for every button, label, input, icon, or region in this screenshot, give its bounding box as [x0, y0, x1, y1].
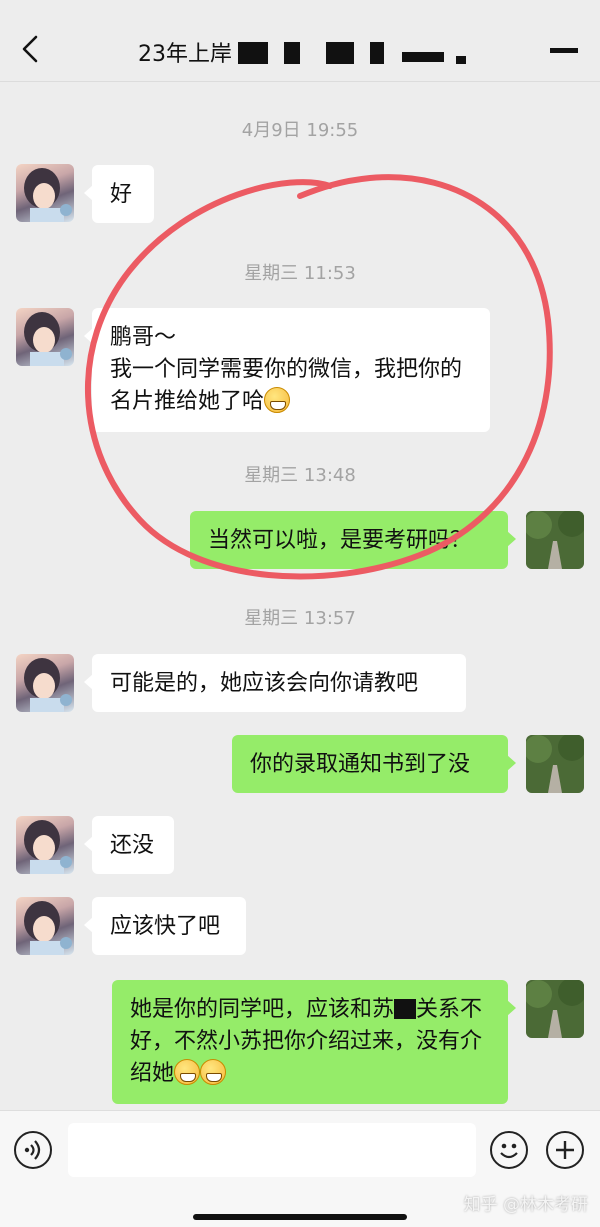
grin-emoji-icon: [174, 1059, 201, 1085]
avatar[interactable]: [16, 816, 74, 874]
title-redaction: [370, 42, 384, 64]
avatar-girl-image: [24, 820, 72, 874]
avatar-girl-image: [24, 658, 72, 712]
message-text: 好: [110, 182, 133, 207]
timestamp: 星期三 11:53: [244, 263, 356, 284]
plus-sign-icon: [556, 1141, 574, 1159]
home-indicator[interactable]: [193, 1214, 407, 1220]
more-icon[interactable]: [544, 38, 584, 64]
text-redaction: [394, 999, 417, 1019]
message-input[interactable]: [68, 1123, 476, 1177]
avatar-girl-image: [24, 901, 72, 955]
avatar-self[interactable]: [526, 735, 584, 793]
chat-title-text: 23年上岸: [138, 42, 232, 67]
voice-icon[interactable]: [14, 1131, 52, 1169]
message-bubble-sent[interactable]: 她是你的同学吧，应该和苏 关系不好，不然小苏把你介绍过来，没有介绍她: [112, 980, 516, 1104]
avatar-self[interactable]: [526, 511, 584, 569]
avatar[interactable]: [16, 308, 74, 366]
message-bubble-received[interactable]: 鹏哥～ 我一个同学需要你的微信，我把你的名片推给她了哈: [84, 308, 490, 432]
avatar-self[interactable]: [526, 980, 584, 1038]
title-redaction: [238, 42, 268, 64]
chevron-left-icon[interactable]: [14, 32, 48, 66]
voice-waves-icon: [24, 1140, 41, 1160]
emoji-icon[interactable]: [490, 1131, 528, 1169]
title-redaction: [284, 42, 300, 64]
message-text: 当然可以啦，是要考研吗？: [208, 528, 473, 553]
message-text: 她是你的同学吧，应该和: [130, 997, 373, 1022]
avatar-road-image: [526, 735, 584, 793]
smiley-face-icon: [500, 1143, 518, 1159]
chat-header: 23年上岸: [0, 0, 600, 82]
title-redaction: [402, 52, 444, 62]
avatar[interactable]: [16, 654, 74, 712]
avatar-girl-image: [24, 312, 72, 366]
chat-title: 23年上岸: [138, 36, 232, 68]
timestamp: 星期三 13:48: [244, 465, 356, 486]
message-text: 鹏哥～: [110, 325, 177, 350]
avatar-girl-image: [24, 168, 72, 222]
title-redaction: [456, 56, 466, 64]
avatar-road-image: [526, 980, 584, 1038]
message-bubble-received[interactable]: 好: [84, 165, 154, 223]
timestamp: 星期三 13:57: [244, 608, 356, 629]
message-text: 苏: [372, 997, 395, 1022]
message-text: 还没: [110, 833, 155, 858]
message-bubble-received[interactable]: 应该快了吧: [84, 897, 246, 955]
avatar-road-image: [526, 511, 584, 569]
avatar[interactable]: [16, 897, 74, 955]
message-bubble-sent[interactable]: 你的录取通知书到了没: [232, 735, 516, 793]
message-text: 应该快了吧: [110, 914, 221, 939]
watermark: 知乎 @林木考研: [463, 1195, 588, 1215]
grin-emoji-icon: [200, 1059, 227, 1085]
timestamp: 4月9日 19:55: [241, 120, 359, 141]
message-text: 你的录取通知书到了没: [250, 752, 471, 777]
plus-icon[interactable]: [546, 1131, 584, 1169]
avatar[interactable]: [16, 164, 74, 222]
title-redaction: [326, 42, 354, 64]
message-text: 可能是的，她应该会向你请教吧: [110, 671, 419, 696]
message-text-body: 我一个同学需要你的微信，我把你的名片推给她了哈: [110, 354, 472, 418]
message-bubble-received[interactable]: 还没: [84, 816, 174, 874]
message-bubble-received[interactable]: 可能是的，她应该会向你请教吧: [84, 654, 466, 712]
message-bubble-sent[interactable]: 当然可以啦，是要考研吗？: [190, 511, 516, 569]
grin-emoji-icon: [264, 387, 291, 413]
